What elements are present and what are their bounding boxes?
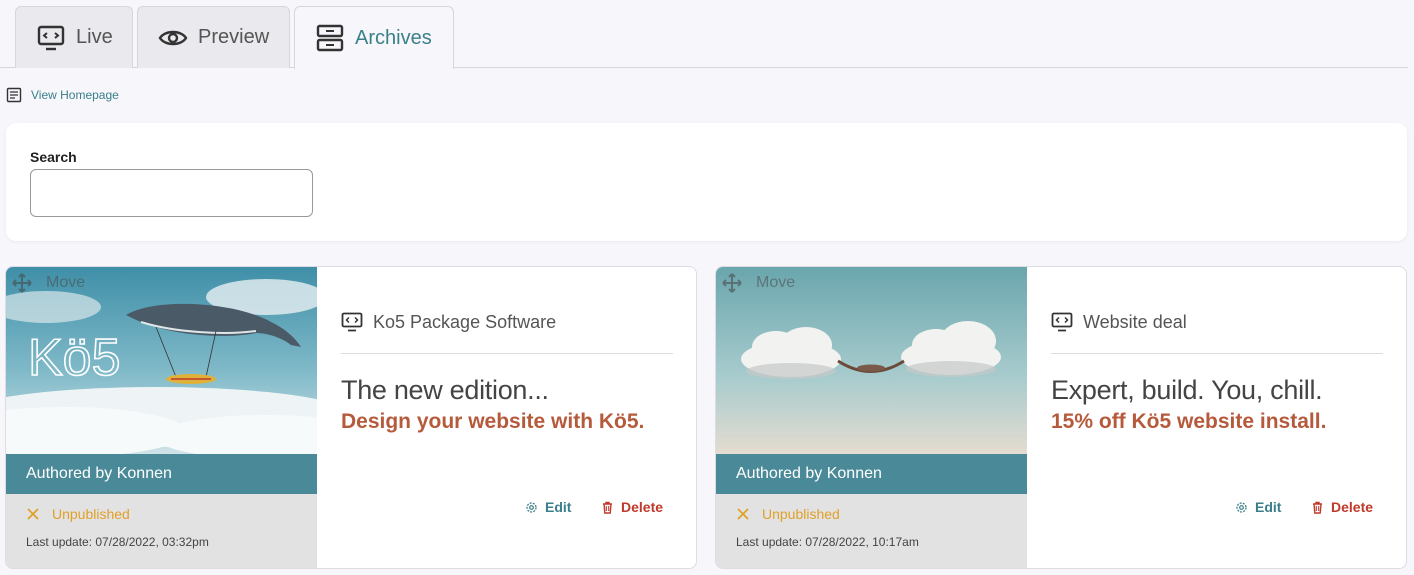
move-label: Move [46, 274, 86, 291]
card-image-whale: Kö5 Move [6, 267, 317, 454]
move-label: Move [756, 274, 796, 291]
last-update: Last update: 07/28/2022, 10:17am [736, 535, 919, 549]
move-arrows-icon [12, 273, 32, 293]
card-image-clouds: Move [716, 267, 1027, 454]
tab-archives-label: Archives [355, 26, 432, 49]
card-headline: Expert, build. You, chill. [1051, 375, 1323, 405]
card-title: Ko5 Package Software [341, 311, 556, 333]
delete-label: Delete [1331, 499, 1374, 515]
tab-archives[interactable]: Archives [294, 6, 454, 69]
edit-label: Edit [1255, 499, 1282, 515]
delete-button[interactable]: Delete [601, 499, 663, 515]
card-meta-panel: Kö5 Move Authored by Konnen Unpublished … [6, 267, 317, 568]
tab-bar: Live Preview Archives [0, 0, 1408, 69]
card-title-text: Website deal [1083, 311, 1187, 332]
card-meta-panel: Move Authored by Konnen Unpublished Last… [716, 267, 1027, 568]
search-input[interactable] [30, 169, 313, 217]
tab-live-label: Live [76, 26, 113, 48]
trash-icon [1311, 501, 1324, 514]
document-icon [6, 87, 22, 103]
divider [1051, 353, 1383, 354]
trash-icon [601, 501, 614, 514]
archive-card: Kö5 Move Authored by Konnen Unpublished … [5, 266, 697, 569]
edit-button[interactable]: Edit [525, 499, 571, 515]
delete-label: Delete [621, 499, 664, 515]
archive-icon [315, 23, 345, 53]
archive-card: Move Authored by Konnen Unpublished Last… [715, 266, 1407, 569]
status-badge: Unpublished [736, 506, 840, 522]
x-icon [26, 507, 40, 521]
status-label: Unpublished [52, 506, 130, 522]
card-title: Website deal [1051, 311, 1187, 333]
divider [341, 353, 673, 354]
view-homepage-link[interactable]: View Homepage [6, 87, 119, 103]
search-panel: Search [6, 123, 1407, 241]
card-content: Website deal Expert, build. You, chill. … [1027, 267, 1406, 568]
card-headline: The new edition... [341, 375, 549, 405]
move-handle[interactable]: Move [722, 273, 795, 293]
status-label: Unpublished [762, 506, 840, 522]
card-subline: 15% off Kö5 website install. [1051, 410, 1327, 433]
move-arrows-icon [722, 273, 742, 293]
svg-text:Kö5: Kö5 [28, 329, 121, 387]
gear-icon [1235, 501, 1248, 514]
tab-preview[interactable]: Preview [137, 6, 290, 68]
search-label: Search [30, 149, 77, 165]
tab-preview-label: Preview [198, 26, 270, 48]
brand-logo: Kö5 [27, 328, 121, 388]
status-badge: Unpublished [26, 506, 130, 522]
x-icon [736, 507, 750, 521]
card-subline: Design your website with Kö5. [341, 410, 645, 433]
move-handle[interactable]: Move [12, 273, 85, 293]
edit-label: Edit [545, 499, 572, 515]
last-update: Last update: 07/28/2022, 03:32pm [26, 535, 209, 549]
author-bar: Authored by Konnen [6, 454, 317, 494]
code-screen-icon [341, 311, 363, 333]
gear-icon [525, 501, 538, 514]
view-homepage-label: View Homepage [31, 88, 119, 102]
edit-button[interactable]: Edit [1235, 499, 1281, 515]
code-screen-icon [1051, 311, 1073, 333]
eye-icon [158, 23, 188, 53]
delete-button[interactable]: Delete [1311, 499, 1373, 515]
card-title-text: Ko5 Package Software [373, 311, 557, 332]
tab-live[interactable]: Live [15, 6, 133, 68]
author-bar: Authored by Konnen [716, 454, 1027, 494]
card-content: Ko5 Package Software The new edition... … [317, 267, 696, 568]
code-screen-icon [36, 23, 66, 53]
